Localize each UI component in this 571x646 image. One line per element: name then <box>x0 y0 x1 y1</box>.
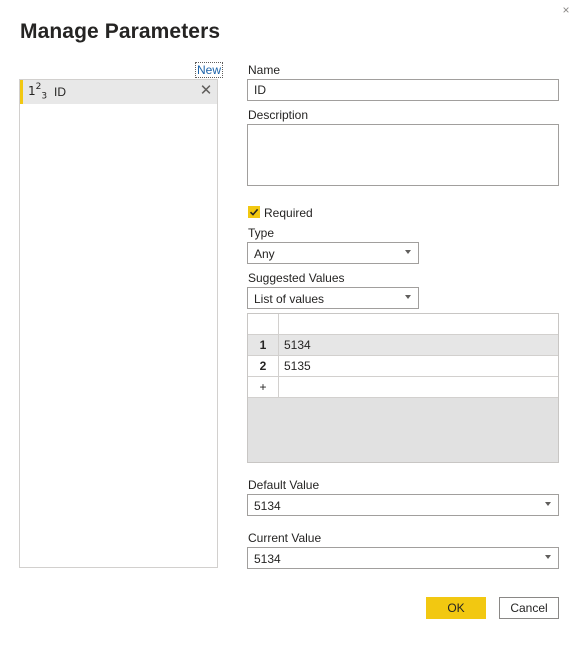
number-type-icon: 123 <box>28 82 48 102</box>
grid-header-index <box>248 314 279 334</box>
grid-header-cell <box>279 314 558 334</box>
chevron-down-icon <box>405 250 411 254</box>
current-value-label: Current Value <box>248 531 322 545</box>
checkmark-icon <box>249 208 259 216</box>
suggested-values-dropdown[interactable]: List of values <box>247 287 419 309</box>
close-icon[interactable]: × <box>560 4 571 16</box>
description-label: Description <box>248 108 309 122</box>
type-dropdown-value: Any <box>254 247 275 261</box>
type-dropdown[interactable]: Any <box>247 242 419 264</box>
required-label: Required <box>264 206 313 220</box>
description-field[interactable] <box>247 124 559 186</box>
row-value[interactable]: 5134 <box>279 335 558 355</box>
new-parameter-link[interactable]: New <box>195 62 224 78</box>
current-value-dropdown-value: 5134 <box>254 552 281 566</box>
chevron-down-icon <box>545 555 551 559</box>
delete-parameter-icon[interactable]: ✕ <box>198 82 214 100</box>
row-index: 1 <box>248 335 279 355</box>
suggested-values-dropdown-value: List of values <box>254 292 325 306</box>
default-value-dropdown-value: 5134 <box>254 499 281 513</box>
name-label: Name <box>248 63 281 77</box>
type-label: Type <box>248 226 275 240</box>
current-value-dropdown[interactable]: 5134 <box>247 547 559 569</box>
row-index: 2 <box>248 356 279 376</box>
grid-header-row <box>248 314 558 335</box>
dialog-title: Manage Parameters <box>20 20 221 43</box>
row-value[interactable]: 5135 <box>279 356 558 376</box>
suggested-values-label: Suggested Values <box>248 271 345 285</box>
parameter-list-item[interactable]: 123 ID ✕ <box>20 80 217 104</box>
chevron-down-icon <box>545 502 551 506</box>
table-row[interactable]: 1 5134 <box>248 335 558 356</box>
add-row-icon[interactable]: + <box>248 377 279 397</box>
chevron-down-icon <box>405 295 411 299</box>
cancel-button[interactable]: Cancel <box>499 597 559 619</box>
add-row-cell[interactable] <box>279 377 558 397</box>
required-checkbox[interactable] <box>248 206 260 218</box>
default-value-label: Default Value <box>248 478 320 492</box>
default-value-dropdown[interactable]: 5134 <box>247 494 559 516</box>
values-list-grid: 1 5134 2 5135 + <box>247 313 559 463</box>
table-row[interactable]: 2 5135 <box>248 356 558 377</box>
parameter-list-panel <box>19 79 218 568</box>
add-row[interactable]: + <box>248 377 558 398</box>
ok-button[interactable]: OK <box>426 597 486 619</box>
parameter-item-name: ID <box>54 85 66 99</box>
name-field[interactable] <box>247 79 559 101</box>
